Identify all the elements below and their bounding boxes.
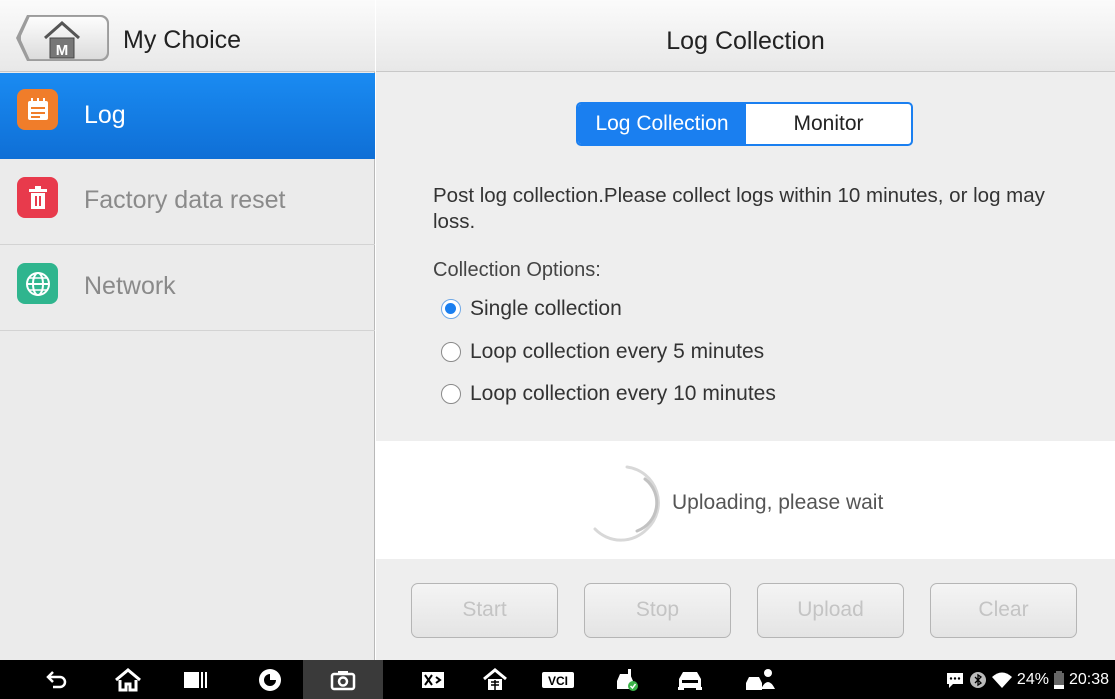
screenshot-button[interactable] xyxy=(303,660,383,699)
svg-text:M: M xyxy=(56,42,69,59)
upload-button[interactable]: Upload xyxy=(757,583,904,638)
sidebar-item-label: Network xyxy=(84,272,176,300)
option-loop-5-minutes[interactable]: Loop collection every 5 minutes xyxy=(441,337,764,367)
left-panel: M My Choice Log Factory data reset Netwo… xyxy=(0,0,375,660)
clock-time: 20:38 xyxy=(1068,670,1109,688)
tab-log-collection[interactable]: Log Collection xyxy=(578,104,746,144)
wifi-icon xyxy=(991,672,1012,688)
home-nav-icon[interactable] xyxy=(110,660,146,699)
left-panel-title: My Choice xyxy=(123,26,242,54)
remote-expert-icon[interactable] xyxy=(740,660,780,699)
sidebar-item-network[interactable]: Network xyxy=(0,245,375,331)
chat-icon xyxy=(946,672,963,688)
bluetooth-badge-icon xyxy=(969,671,986,688)
option-label: Loop collection every 5 minutes xyxy=(470,340,765,363)
back-icon[interactable] xyxy=(40,660,74,699)
left-header: M My Choice xyxy=(0,0,375,72)
autel-home-icon[interactable] xyxy=(477,660,513,699)
loading-spinner-icon xyxy=(593,465,660,542)
battery-percent: 24% xyxy=(1016,670,1049,688)
options-label: Collection Options: xyxy=(433,259,601,281)
battery-icon xyxy=(1053,670,1064,689)
system-navigation-bar: VCI 24% 20:38 xyxy=(0,660,1115,699)
option-label: Loop collection every 10 minutes xyxy=(470,382,776,405)
camera-icon xyxy=(330,670,356,690)
status-area: 24% 20:38 xyxy=(945,660,1109,699)
vci-icon[interactable]: VCI xyxy=(536,660,580,699)
home-icon[interactable]: M xyxy=(40,14,84,72)
sidebar-item-label: Log xyxy=(84,101,126,129)
display-toggle-icon[interactable] xyxy=(415,660,451,699)
trash-icon xyxy=(17,177,58,218)
radio-button-selected[interactable] xyxy=(441,299,461,319)
stop-button[interactable]: Stop xyxy=(584,583,731,638)
upload-progress-panel: Uploading, please wait xyxy=(376,441,1115,559)
vehicle-connection-icon[interactable] xyxy=(608,660,644,699)
sidebar-item-factory-reset[interactable]: Factory data reset xyxy=(0,159,375,245)
sidebar-item-label: Factory data reset xyxy=(84,186,286,214)
option-single-collection[interactable]: Single collection xyxy=(441,294,622,324)
radio-button[interactable] xyxy=(441,342,461,362)
page-title: Log Collection xyxy=(666,27,825,55)
option-label: Single collection xyxy=(470,297,622,320)
tab-monitor[interactable]: Monitor xyxy=(746,104,911,144)
main-header: Log Collection xyxy=(376,0,1115,72)
log-icon xyxy=(17,89,58,130)
upload-status-text: Uploading, please wait xyxy=(672,491,884,514)
description-text: Post log collection.Please collect logs … xyxy=(433,184,1045,233)
radio-button[interactable] xyxy=(441,384,461,404)
option-loop-10-minutes[interactable]: Loop collection every 10 minutes xyxy=(441,379,776,409)
start-button[interactable]: Start xyxy=(411,583,558,638)
sidebar-item-log[interactable]: Log xyxy=(0,73,375,159)
svg-text:VCI: VCI xyxy=(548,674,568,688)
tab-switcher: Log Collection Monitor xyxy=(576,102,913,146)
car-service-icon[interactable] xyxy=(672,660,708,699)
clear-button[interactable]: Clear xyxy=(930,583,1077,638)
main-panel: Log Collection Log Collection Monitor Po… xyxy=(376,0,1115,660)
recent-apps-icon[interactable] xyxy=(178,660,212,699)
globe-icon xyxy=(17,263,58,304)
browser-icon[interactable] xyxy=(252,660,288,699)
